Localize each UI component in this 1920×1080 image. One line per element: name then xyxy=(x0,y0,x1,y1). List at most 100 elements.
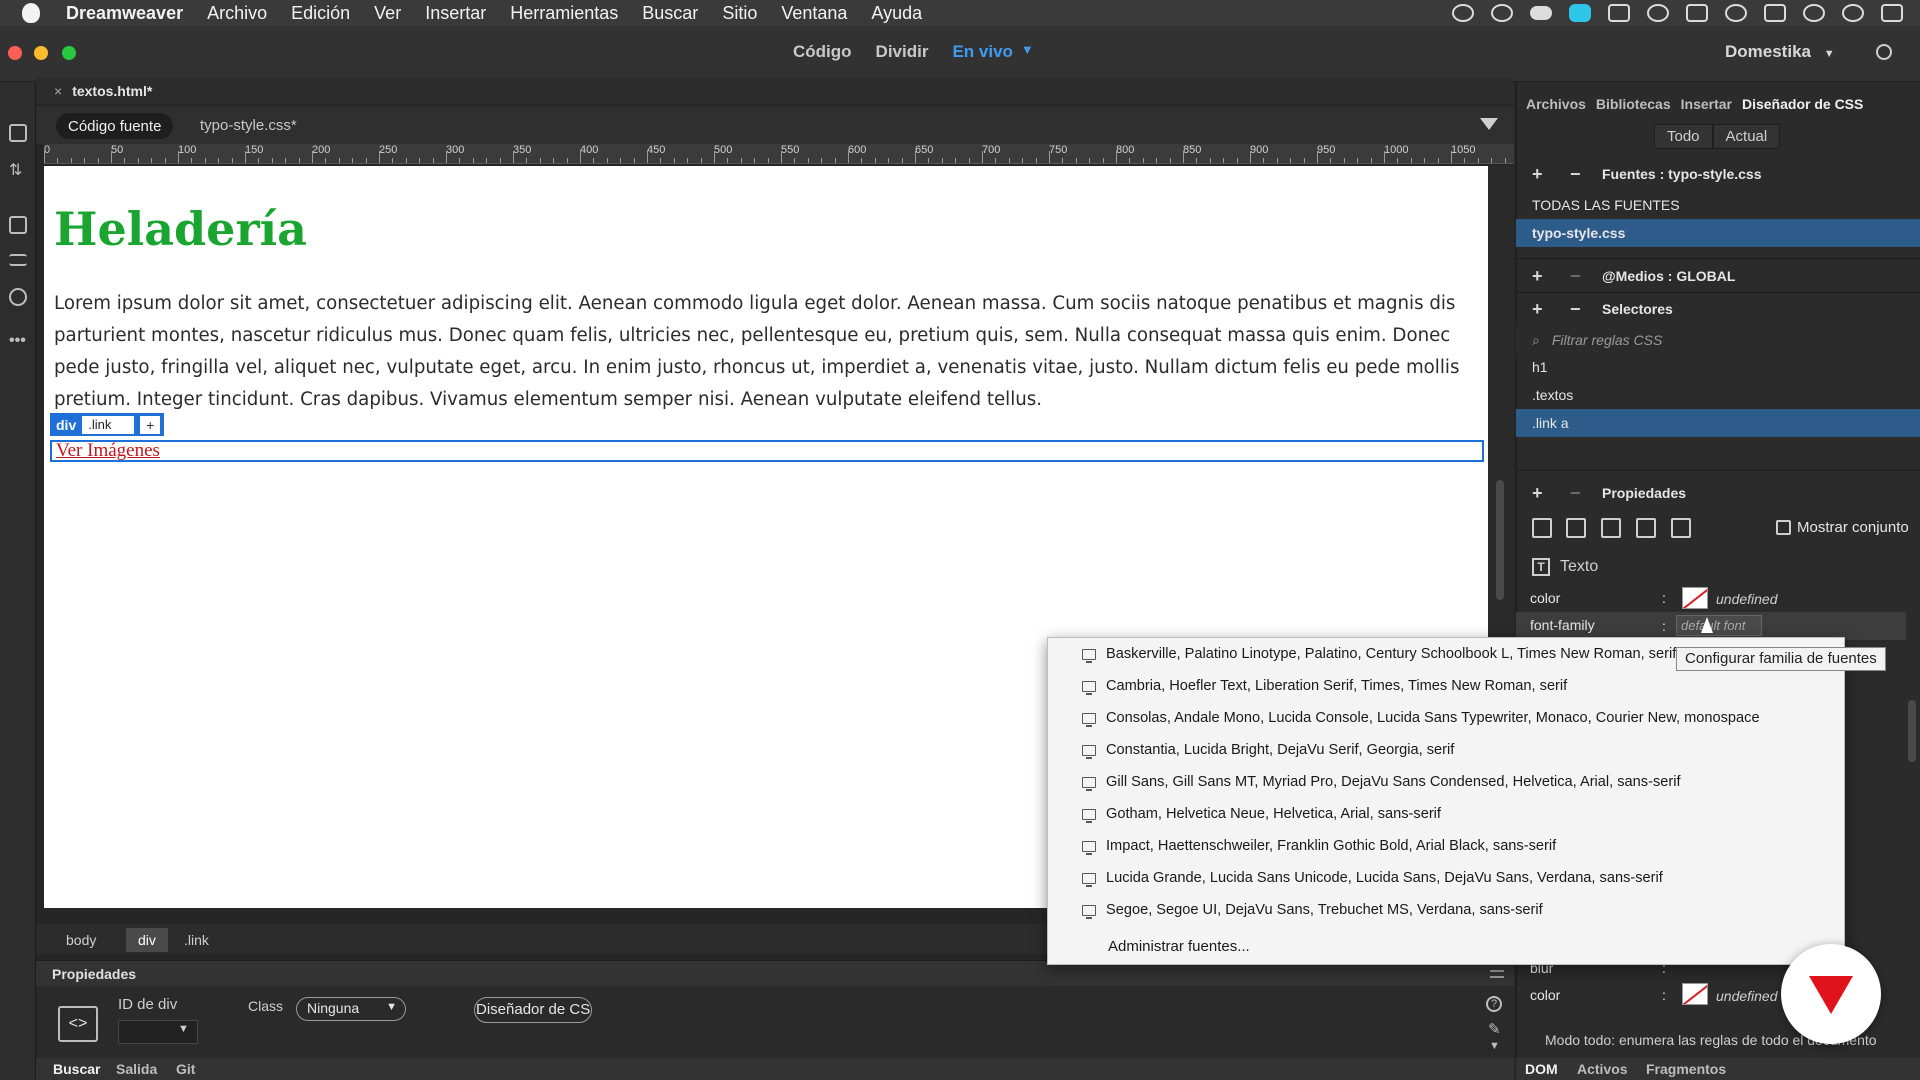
font-stack-option[interactable]: Cambria, Hoefler Text, Liberation Serif,… xyxy=(1082,673,1567,699)
display-icon[interactable] xyxy=(1608,4,1630,22)
cloud-icon[interactable] xyxy=(1530,6,1552,20)
siri-icon[interactable] xyxy=(1842,4,1864,22)
font-family-input[interactable]: default font xyxy=(1676,615,1762,636)
menu-app-name[interactable]: Dreamweaver xyxy=(66,3,183,24)
tab-insertar[interactable]: Insertar xyxy=(1681,96,1732,112)
color-swatch[interactable] xyxy=(1682,587,1708,609)
close-icon[interactable]: × xyxy=(54,83,62,99)
filter-icon[interactable] xyxy=(1480,118,1498,130)
menu-herramientas[interactable]: Herramientas xyxy=(510,3,618,24)
tab-disenador-css[interactable]: Diseñador de CSS xyxy=(1742,96,1863,112)
close-window-button[interactable] xyxy=(8,46,22,60)
tab-buscar[interactable]: Buscar xyxy=(53,1061,100,1077)
selector-item[interactable]: h1 xyxy=(1516,353,1920,381)
menu-ver[interactable]: Ver xyxy=(374,3,401,24)
add-selector-button[interactable]: + xyxy=(1532,299,1554,320)
font-stack-option[interactable]: Gill Sans, Gill Sans MT, Myriad Pro, Dej… xyxy=(1082,769,1681,795)
remove-property-button[interactable]: − xyxy=(1570,483,1592,504)
menu-archivo[interactable]: Archivo xyxy=(207,3,267,24)
class-select[interactable]: Ninguna ▼ xyxy=(296,997,406,1021)
add-source-button[interactable]: + xyxy=(1532,164,1554,185)
toggle-actual[interactable]: Actual xyxy=(1712,124,1781,149)
font-stack-option[interactable]: Constantia, Lucida Bright, DejaVu Serif,… xyxy=(1082,737,1454,763)
menu-ayuda[interactable]: Ayuda xyxy=(871,3,922,24)
wifi-icon[interactable] xyxy=(1725,4,1747,22)
edit-icon[interactable]: ✎ xyxy=(1488,1020,1501,1038)
view-dividir[interactable]: Dividir xyxy=(876,42,929,62)
filter-rules-field[interactable]: ⌕ Filtrar reglas CSS xyxy=(1516,326,1920,354)
element-hud-class[interactable]: .link xyxy=(82,415,135,434)
remove-source-button[interactable]: − xyxy=(1570,164,1592,185)
element-hud-tag[interactable]: div xyxy=(54,417,78,433)
tab-salida[interactable]: Salida xyxy=(116,1061,157,1077)
cc-app-icon[interactable] xyxy=(1569,4,1591,22)
selector-item[interactable]: .link a xyxy=(1516,409,1920,437)
record-icon[interactable] xyxy=(1452,4,1474,22)
css-designer-button[interactable]: Diseñador de CS xyxy=(474,997,592,1023)
source-item[interactable]: typo-style.css xyxy=(1516,219,1920,247)
chevron-down-icon[interactable]: ▼ xyxy=(178,1023,189,1035)
file-icon[interactable] xyxy=(9,124,27,142)
add-class-button[interactable]: + xyxy=(140,415,161,434)
source-code-button[interactable]: Código fuente xyxy=(56,113,174,139)
view-en-vivo[interactable]: En vivo xyxy=(952,42,1012,62)
tab-git[interactable]: Git xyxy=(176,1061,195,1077)
zoom-window-button[interactable] xyxy=(62,46,76,60)
tab-activos[interactable]: Activos xyxy=(1577,1061,1628,1077)
tab-dom[interactable]: DOM xyxy=(1525,1061,1558,1077)
canvas-scroll-thumb[interactable] xyxy=(1496,480,1504,600)
tag-crumb-link[interactable]: .link xyxy=(172,928,221,952)
help-icon[interactable]: ? xyxy=(1486,996,1502,1012)
time-machine-icon[interactable] xyxy=(1647,4,1669,22)
selector-item[interactable]: .textos xyxy=(1516,381,1920,409)
more-icon[interactable]: ••• xyxy=(9,332,27,350)
text-icon[interactable] xyxy=(1566,518,1586,538)
toggle-todo[interactable]: Todo xyxy=(1654,124,1713,149)
chevron-down-icon[interactable]: ▼ xyxy=(1489,1040,1500,1052)
source-item[interactable]: TODAS LAS FUENTES xyxy=(1516,191,1920,219)
tag-crumb-body[interactable]: body xyxy=(54,928,108,952)
add-media-button[interactable]: + xyxy=(1532,266,1554,287)
view-codigo[interactable]: Código xyxy=(793,42,852,62)
right-panel-scrollbar[interactable] xyxy=(1908,700,1916,762)
chevron-down-icon[interactable]: ▼ xyxy=(1021,42,1034,62)
font-stack-option[interactable]: Impact, Haettenschweiler, Franklin Gothi… xyxy=(1082,833,1556,859)
tab-bibliotecas[interactable]: Bibliotecas xyxy=(1596,96,1671,112)
bluetooth-icon[interactable] xyxy=(1686,4,1708,22)
font-stack-option[interactable]: Lucida Grande, Lucida Sans Unicode, Luci… xyxy=(1082,865,1663,891)
menu-edicion[interactable]: Edición xyxy=(291,3,350,24)
font-stack-option[interactable]: Consolas, Andale Mono, Lucida Console, L… xyxy=(1082,705,1760,731)
background-icon[interactable] xyxy=(1636,518,1656,538)
manage-fonts-item[interactable]: Administrar fuentes... xyxy=(1108,938,1250,955)
notification-center-icon[interactable] xyxy=(1881,4,1903,22)
sort-icon[interactable]: ⇅ xyxy=(9,160,27,179)
creative-cloud-icon[interactable] xyxy=(1491,4,1513,22)
panel-menu-icon[interactable] xyxy=(1490,970,1504,978)
format-icon[interactable] xyxy=(9,254,27,266)
remove-media-button[interactable]: − xyxy=(1570,266,1592,287)
workspace-switcher[interactable]: Domestika ▼ xyxy=(1725,42,1835,62)
font-stack-option[interactable]: Gotham, Helvetica Neue, Helvetica, Arial… xyxy=(1082,801,1441,827)
add-property-button[interactable]: + xyxy=(1532,483,1554,504)
search-icon[interactable] xyxy=(1803,4,1825,22)
menu-insertar[interactable]: Insertar xyxy=(425,3,486,24)
tab-fragmentos[interactable]: Fragmentos xyxy=(1646,1061,1726,1077)
font-stack-option[interactable]: Segoe, Segoe UI, DejaVu Sans, Trebuchet … xyxy=(1082,897,1543,923)
inspect-icon[interactable] xyxy=(9,216,27,234)
battery-icon[interactable] xyxy=(1764,4,1786,22)
layout-icon[interactable] xyxy=(1532,518,1552,538)
ver-imagenes-link[interactable]: Ver Imágenes xyxy=(56,440,160,462)
body-paragraph[interactable]: Lorem ipsum dolor sit amet, consectetuer… xyxy=(54,288,1474,416)
tab-archivos[interactable]: Archivos xyxy=(1526,96,1586,112)
color-swatch[interactable] xyxy=(1682,983,1708,1005)
font-stack-option[interactable]: Baskerville, Palatino Linotype, Palatino… xyxy=(1082,641,1676,667)
gear-icon[interactable] xyxy=(1876,44,1892,60)
target-icon[interactable] xyxy=(9,288,27,306)
menu-buscar[interactable]: Buscar xyxy=(642,3,698,24)
related-file-tab[interactable]: typo-style.css* xyxy=(200,117,297,134)
border-icon[interactable] xyxy=(1601,518,1621,538)
tag-crumb-div[interactable]: div xyxy=(126,928,168,952)
minimize-window-button[interactable] xyxy=(34,46,48,60)
show-set-checkbox[interactable]: Mostrar conjunto xyxy=(1776,519,1909,536)
more-icon[interactable] xyxy=(1671,518,1691,538)
